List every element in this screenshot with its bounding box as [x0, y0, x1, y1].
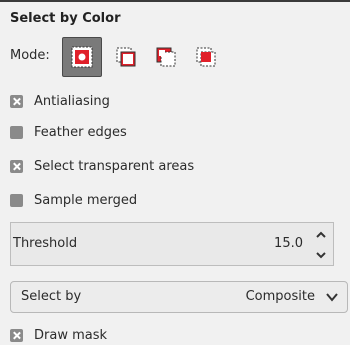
select-by-label: Select by — [21, 289, 82, 304]
draw-mask-option[interactable]: Draw mask — [10, 325, 107, 345]
threshold-spinner[interactable]: Threshold 15.0 — [10, 222, 334, 266]
select-transparent-option[interactable]: Select transparent areas — [10, 156, 194, 176]
antialiasing-label: Antialiasing — [34, 93, 110, 109]
dropdown-chevron-icon — [326, 293, 338, 302]
chevron-up-icon[interactable] — [315, 229, 327, 241]
threshold-label: Threshold — [13, 236, 78, 251]
feather-edges-option[interactable]: Feather edges — [10, 122, 127, 142]
sample-merged-label: Sample merged — [34, 192, 138, 208]
select-transparent-label: Select transparent areas — [34, 158, 195, 174]
feather-edges-label: Feather edges — [34, 124, 127, 140]
intersect-selection-icon — [196, 47, 216, 67]
sample-merged-checkbox[interactable] — [10, 193, 23, 207]
mode-add-button[interactable] — [106, 37, 146, 77]
mode-label: Mode: — [10, 48, 50, 63]
antialiasing-option[interactable]: Antialiasing — [10, 91, 110, 111]
draw-mask-label: Draw mask — [34, 327, 108, 343]
chevron-down-icon[interactable] — [315, 249, 327, 261]
threshold-value[interactable]: 15.0 — [274, 236, 303, 251]
select-transparent-checkbox[interactable] — [10, 159, 23, 173]
tool-options-panel: Select by Color Mode: Antialiasing Feath… — [0, 0, 350, 345]
feather-edges-checkbox[interactable] — [10, 125, 23, 139]
sample-merged-option[interactable]: Sample merged — [10, 190, 137, 210]
panel-title: Select by Color — [10, 11, 121, 26]
add-selection-icon — [116, 47, 136, 67]
antialiasing-checkbox[interactable] — [10, 94, 23, 108]
mode-replace-button[interactable] — [62, 37, 102, 77]
select-by-value: Composite — [245, 289, 315, 304]
replace-selection-icon — [71, 46, 93, 68]
mode-intersect-button[interactable] — [186, 37, 226, 77]
draw-mask-checkbox[interactable] — [10, 328, 23, 342]
select-by-dropdown[interactable]: Select by Composite — [10, 281, 348, 313]
mode-row: Mode: — [10, 37, 340, 77]
subtract-selection-icon — [156, 47, 176, 67]
mode-subtract-button[interactable] — [146, 37, 186, 77]
